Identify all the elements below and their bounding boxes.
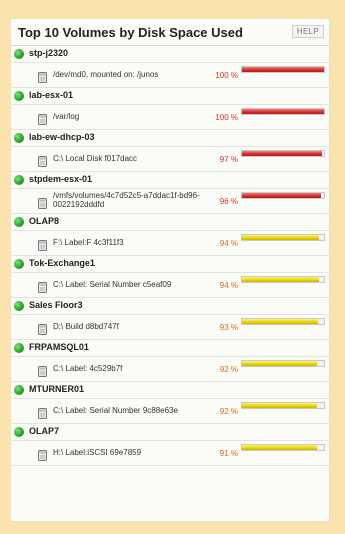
usage-bar-fill (242, 193, 321, 198)
volume-name-link[interactable]: /vmfs/volumes/4c7d52c5-a7ddac1f-bd96-002… (53, 191, 221, 209)
volume-disk-icon (38, 364, 47, 377)
volume-name-link[interactable]: D:\ Build d8bd747f (53, 322, 221, 331)
percent-used-value: 92 % (219, 407, 238, 416)
node-name-link[interactable]: lab-esx-01 (29, 90, 73, 100)
usage-bar (241, 192, 325, 199)
percent-used-value: 92 % (219, 365, 238, 374)
status-up-icon (14, 175, 24, 185)
usage-bar-fill (242, 235, 320, 240)
node-row: stpdem-esx-01 (11, 172, 329, 189)
status-up-icon (14, 301, 24, 311)
volume-row: /dev/md0, mounted on: /junos 100 % (11, 63, 329, 88)
node-row: MTURNER01 (11, 382, 329, 399)
node-row: OLAP7 (11, 424, 329, 441)
node-name-link[interactable]: stpdem-esx-01 (29, 174, 92, 184)
volume-disk-icon (38, 448, 47, 461)
status-up-icon (14, 427, 24, 437)
node-row: lab-ew-dhcp-03 (11, 130, 329, 147)
status-up-icon (14, 217, 24, 227)
status-up-icon (14, 385, 24, 395)
node-row: OLAP8 (11, 214, 329, 231)
volume-disk-icon (38, 238, 47, 251)
usage-bar-fill (242, 277, 320, 282)
node-name-link[interactable]: OLAP7 (29, 426, 59, 436)
volume-name-link[interactable]: /dev/md0, mounted on: /junos (53, 70, 221, 79)
widget-header: Top 10 Volumes by Disk Space Used HELP (11, 19, 329, 46)
node-name-link[interactable]: Tok-Exchange1 (29, 258, 95, 268)
volume-row: H:\ Label:iSCSI 69e7859 91 % (11, 441, 329, 466)
volume-row: F:\ Label:F 4c3f11f3 94 % (11, 231, 329, 256)
volume-row: C:\ Label: Serial Number c5eaf09 94 % (11, 273, 329, 298)
status-up-icon (14, 91, 24, 101)
usage-bar (241, 444, 325, 451)
usage-bar-fill (242, 109, 324, 114)
volume-name-link[interactable]: C:\ Label: Serial Number 9c88e63e (53, 406, 221, 415)
usage-bar (241, 360, 325, 367)
top-volumes-widget: Top 10 Volumes by Disk Space Used HELP s… (10, 18, 330, 522)
volume-disk-icon (38, 112, 47, 125)
status-up-icon (14, 49, 24, 59)
percent-used-value: 97 % (219, 155, 238, 164)
usage-bar (241, 276, 325, 283)
node-row: Tok-Exchange1 (11, 256, 329, 273)
node-row: lab-esx-01 (11, 88, 329, 105)
widget-title: Top 10 Volumes by Disk Space Used (18, 25, 243, 40)
volume-name-link[interactable]: /var/log (53, 112, 221, 121)
usage-bar (241, 66, 325, 73)
volume-name-link[interactable]: C:\ Label: 4c529b7f (53, 364, 221, 373)
volume-disk-icon (38, 322, 47, 335)
node-name-link[interactable]: FRPAMSQL01 (29, 342, 89, 352)
percent-used-value: 100 % (215, 71, 238, 80)
usage-bar (241, 150, 325, 157)
volume-disk-icon (38, 196, 47, 209)
volume-name-link[interactable]: F:\ Label:F 4c3f11f3 (53, 238, 221, 247)
usage-bar (241, 318, 325, 325)
volume-name-link[interactable]: C:\ Local Disk f017dacc (53, 154, 221, 163)
volume-disk-icon (38, 70, 47, 83)
volume-disk-icon (38, 406, 47, 419)
usage-bar-fill (242, 151, 322, 156)
node-name-link[interactable]: lab-ew-dhcp-03 (29, 132, 95, 142)
usage-bar-fill (242, 67, 324, 72)
volume-row: C:\ Local Disk f017dacc 97 % (11, 147, 329, 172)
node-name-link[interactable]: Sales Floor3 (29, 300, 83, 310)
volume-row: /var/log 100 % (11, 105, 329, 130)
percent-used-value: 100 % (215, 113, 238, 122)
status-up-icon (14, 133, 24, 143)
volume-row: C:\ Label: 4c529b7f 92 % (11, 357, 329, 382)
volume-disk-icon (38, 154, 47, 167)
page-background: Top 10 Volumes by Disk Space Used HELP s… (0, 0, 345, 534)
help-button[interactable]: HELP (291, 25, 324, 38)
percent-used-value: 94 % (219, 239, 238, 248)
node-row: FRPAMSQL01 (11, 340, 329, 357)
volume-name-link[interactable]: C:\ Label: Serial Number c5eaf09 (53, 280, 221, 289)
usage-bar (241, 402, 325, 409)
node-row: stp-j2320 (11, 46, 329, 63)
node-name-link[interactable]: MTURNER01 (29, 384, 84, 394)
volume-name-link[interactable]: H:\ Label:iSCSI 69e7859 (53, 448, 221, 457)
percent-used-value: 94 % (219, 281, 238, 290)
usage-bar-fill (242, 403, 318, 408)
percent-used-value: 91 % (219, 449, 238, 458)
volume-list: stp-j2320/dev/md0, mounted on: /junos 100… (11, 46, 329, 466)
volume-row: /vmfs/volumes/4c7d52c5-a7ddac1f-bd96-002… (11, 189, 329, 214)
percent-used-value: 93 % (219, 323, 238, 332)
node-name-link[interactable]: stp-j2320 (29, 48, 68, 58)
status-up-icon (14, 343, 24, 353)
volume-row: C:\ Label: Serial Number 9c88e63e 92 % (11, 399, 329, 424)
volume-row: D:\ Build d8bd747f 93 % (11, 315, 329, 340)
status-up-icon (14, 259, 24, 269)
usage-bar (241, 108, 325, 115)
percent-used-value: 96 % (219, 197, 238, 206)
usage-bar-fill (242, 361, 318, 366)
volume-disk-icon (38, 280, 47, 293)
usage-bar-fill (242, 445, 317, 450)
usage-bar-fill (242, 319, 319, 324)
node-row: Sales Floor3 (11, 298, 329, 315)
usage-bar (241, 234, 325, 241)
node-name-link[interactable]: OLAP8 (29, 216, 59, 226)
